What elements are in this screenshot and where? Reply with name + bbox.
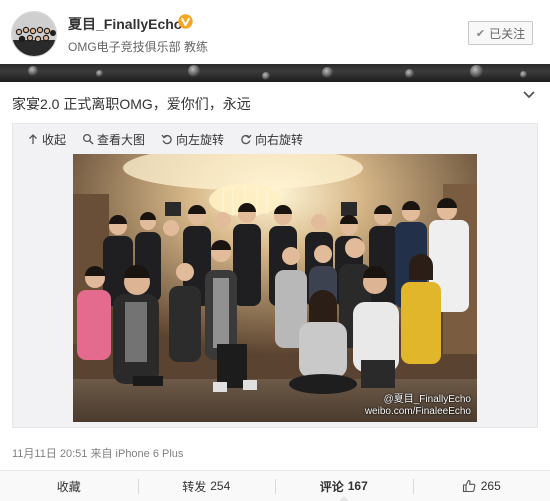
comment-label: 评论 <box>319 479 344 494</box>
view-large-button[interactable]: 查看大图 <box>82 131 145 148</box>
action-bar: 收藏 转发 254 评论 167 265 <box>0 470 550 501</box>
favorite-button[interactable]: 收藏 <box>0 471 138 501</box>
thumbs-up-icon <box>462 479 476 493</box>
comment-button[interactable]: 评论 167 <box>275 471 413 501</box>
collapse-media-button[interactable]: 收起 <box>27 131 66 148</box>
repost-button[interactable]: 转发 254 <box>137 471 276 501</box>
post-text: 家宴2.0 正式离职OMG，爱你们，永远 <box>12 96 251 112</box>
rotate-right-label: 向右旋转 <box>255 132 304 147</box>
repost-label: 转发 <box>182 479 207 494</box>
rotate-left-button[interactable]: 向左旋转 <box>161 131 224 148</box>
follow-label: 已关注 <box>489 26 526 41</box>
repost-count: 254 <box>210 479 231 493</box>
group-photo[interactable]: @夏目_FinallyEcho weibo.com/FinaleeEcho <box>73 154 477 422</box>
magnifier-icon <box>82 133 94 145</box>
comment-count: 167 <box>347 479 368 493</box>
rotate-left-label: 向左旋转 <box>176 132 225 147</box>
check-icon: ✔ <box>475 27 486 40</box>
follow-button[interactable]: ✔ 已关注 <box>468 21 533 45</box>
collapse-media-label: 收起 <box>42 132 67 147</box>
chevron-down-icon[interactable] <box>521 88 537 102</box>
watermark-url: weibo.com/FinaleeEcho <box>364 406 471 417</box>
weibo-post: 夏目_FinallyEcho OMG电子竞技俱乐部 教练 ✔ 已关注 家宴2.0… <box>0 0 550 501</box>
media-toolbar: 收起 查看大图 向左旋转 向右旋转 <box>27 130 303 148</box>
post-header: 夏目_FinallyEcho OMG电子竞技俱乐部 教练 ✔ 已关注 <box>0 0 550 64</box>
favorite-label: 收藏 <box>56 479 81 494</box>
like-button[interactable]: 265 <box>412 471 550 501</box>
verified-v-icon <box>178 14 193 29</box>
view-large-label: 查看大图 <box>97 132 146 147</box>
rotate-left-icon <box>161 134 172 145</box>
arrow-up-icon <box>29 134 37 144</box>
post-timestamp[interactable]: 11月11日 20:51 来自 iPhone 6 Plus <box>12 445 183 461</box>
rotate-right-icon <box>241 134 252 145</box>
like-count: 265 <box>480 479 501 493</box>
avatar[interactable] <box>11 11 57 57</box>
user-name[interactable]: 夏目_FinallyEcho <box>68 14 182 34</box>
watermark-user: @夏目_FinallyEcho <box>383 394 471 405</box>
user-description: OMG电子竞技俱乐部 教练 <box>68 40 208 54</box>
media-box: 收起 查看大图 向左旋转 向右旋转 @夏目_FinallyEcho weibo.… <box>12 123 538 428</box>
photo-watermark: @夏目_FinallyEcho weibo.com/FinaleeEcho <box>365 394 471 418</box>
rotate-right-button[interactable]: 向右旋转 <box>240 131 303 148</box>
cover-banner <box>0 64 550 82</box>
